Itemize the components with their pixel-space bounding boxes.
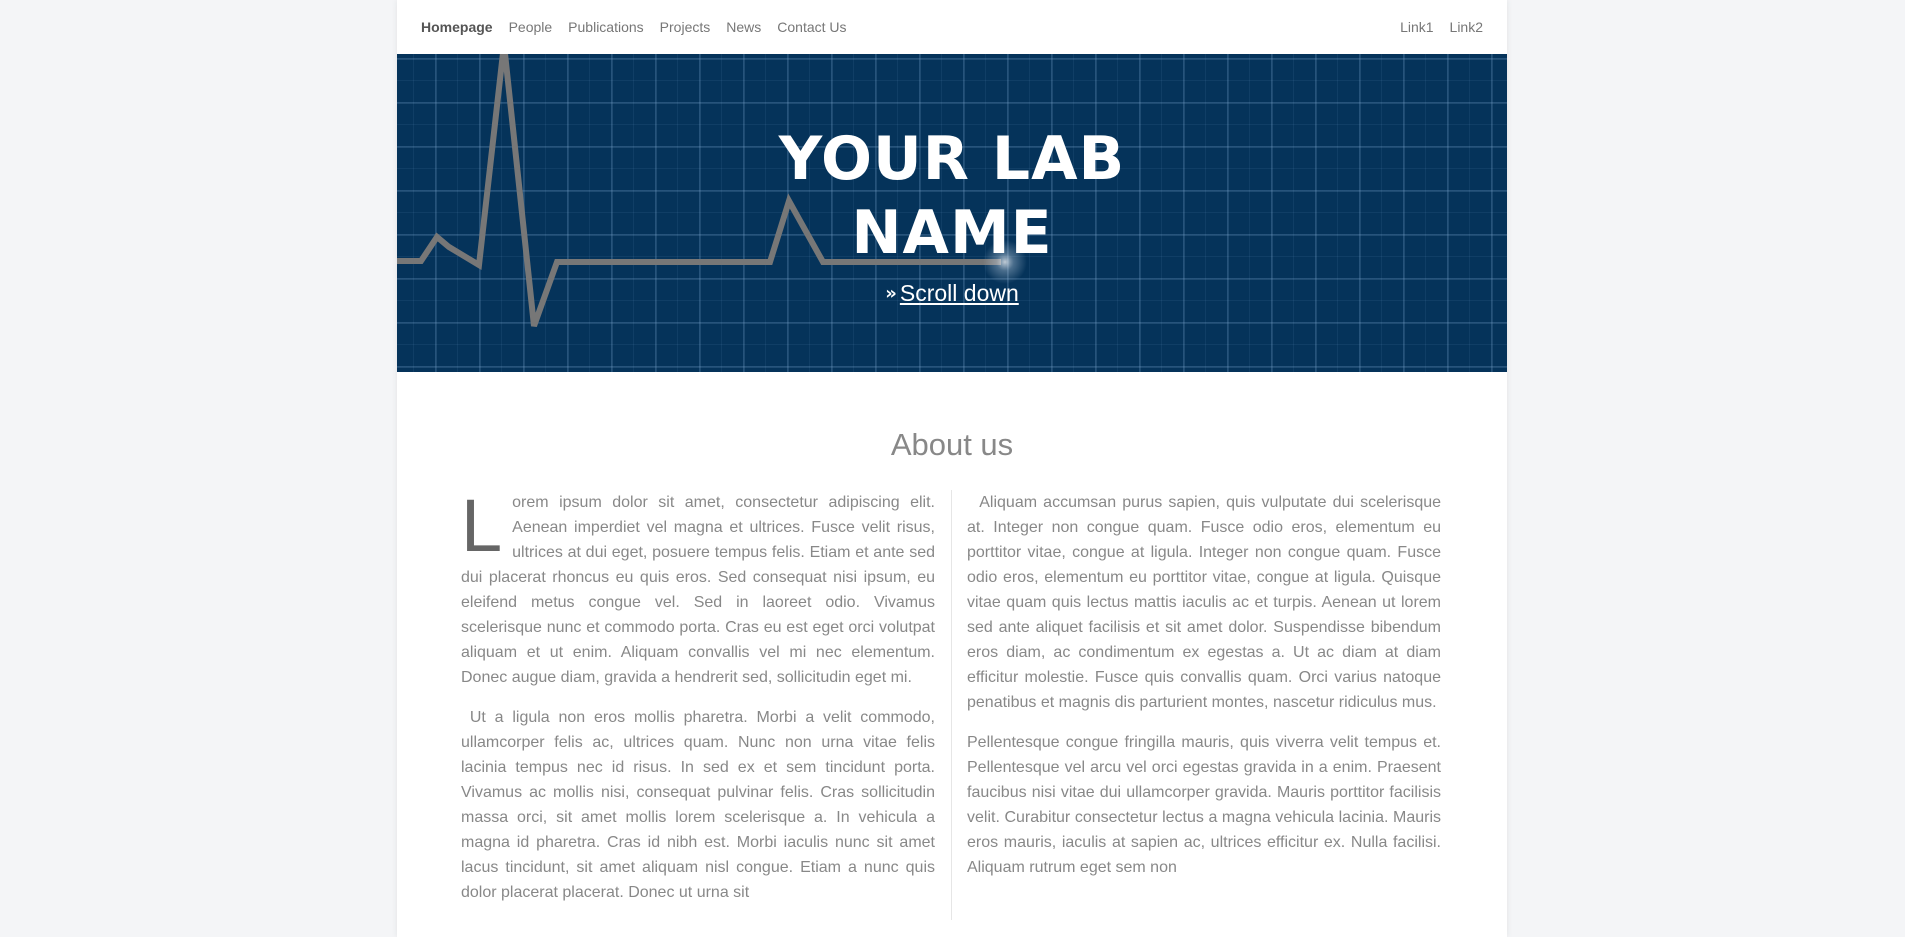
about-text: Aliquam accumsan purus sapien, quis vulp… [967,494,1442,711]
about-paragraph: Pellentesque congue fringilla mauris, qu… [967,730,1441,880]
about-section: About us Lorem ipsum dolor sit amet, con… [397,372,1507,920]
dropcap-letter: L [461,484,503,567]
about-right-column: Aliquam accumsan purus sapien, quis vulp… [952,490,1441,920]
nav-item-homepage[interactable]: Homepage [421,19,493,35]
about-text: orem ipsum dolor sit amet, consectetur a… [461,494,935,686]
scroll-down-link[interactable]: » Scroll down [397,280,1507,307]
nav-item-people[interactable]: People [509,19,553,35]
nav-item-link1[interactable]: Link1 [1400,19,1433,35]
nav-item-news[interactable]: News [726,19,761,35]
page-container: Homepage People Publications Projects Ne… [397,0,1507,937]
about-heading: About us [890,427,1014,462]
about-text: Ut a ligula non eros mollis pharetra. Mo… [461,709,935,901]
double-chevron-down-icon: » [885,283,897,304]
top-navbar: Homepage People Publications Projects Ne… [397,0,1507,54]
about-paragraph: Lorem ipsum dolor sit amet, consectetur … [461,484,935,690]
nav-item-projects[interactable]: Projects [660,19,711,35]
scroll-down-label[interactable]: Scroll down [900,280,1019,306]
lab-name-line1: YOUR LAB [778,124,1126,194]
nav-right-menu: Link1 Link2 [1384,0,1483,54]
about-paragraph: Ut a ligula non eros mollis pharetra. Mo… [461,705,935,905]
about-left-column: Lorem ipsum dolor sit amet, consectetur … [461,484,952,920]
lab-name-line2: NAME [851,198,1053,268]
nav-item-publications[interactable]: Publications [568,19,644,35]
nav-item-link2[interactable]: Link2 [1450,19,1483,35]
about-columns: Lorem ipsum dolor sit amet, consectetur … [461,484,1443,920]
hero-banner: YOUR LAB NAME » Scroll down [397,54,1507,372]
about-paragraph: Aliquam accumsan purus sapien, quis vulp… [967,490,1441,715]
nav-left-menu: Homepage People Publications Projects Ne… [421,0,863,54]
lab-name-title: YOUR LAB NAME [397,122,1507,270]
about-text: Pellentesque congue fringilla mauris, qu… [967,734,1441,876]
nav-item-contact-us[interactable]: Contact Us [777,19,846,35]
